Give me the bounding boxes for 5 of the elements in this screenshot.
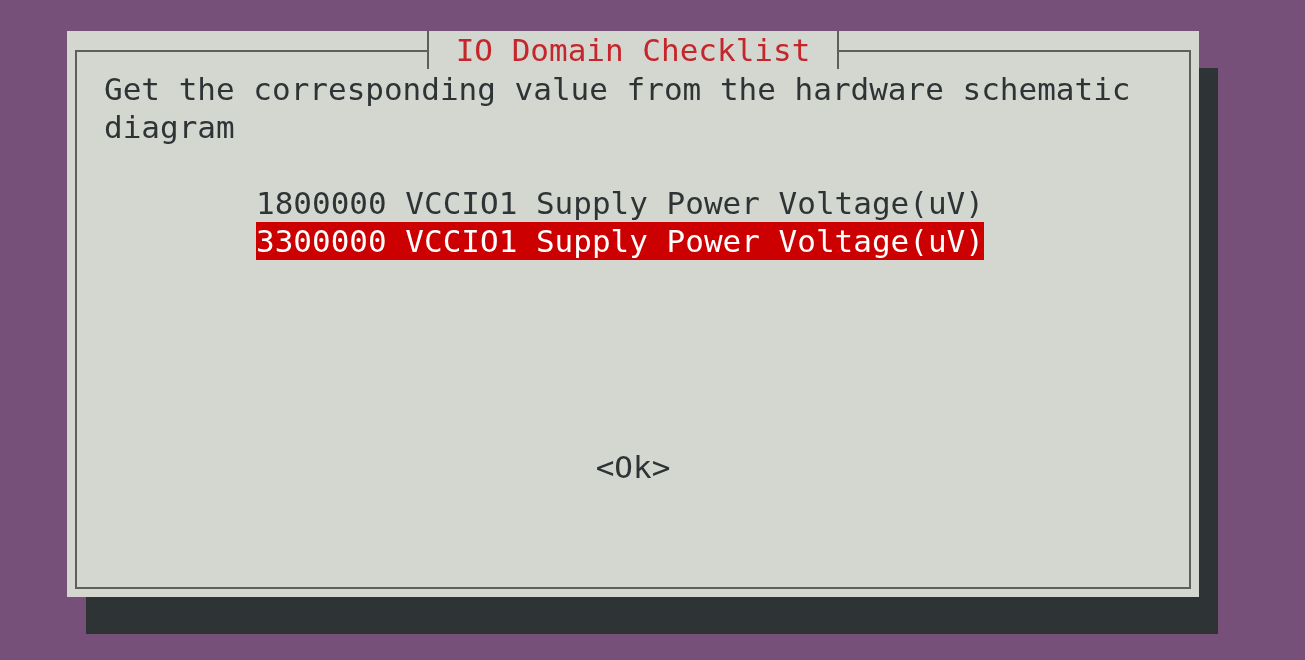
dialog-message: Get the corresponding value from the hardware schematic diagram bbox=[104, 70, 1132, 146]
dialog-title: IO Domain Checklist bbox=[426, 31, 840, 69]
ok-button[interactable]: <Ok> bbox=[595, 448, 671, 486]
list-item[interactable]: 3300000 VCCIO1 Supply Power Voltage(uV) bbox=[256, 222, 984, 260]
list-item[interactable]: 1800000 VCCIO1 Supply Power Voltage(uV) bbox=[256, 184, 984, 222]
